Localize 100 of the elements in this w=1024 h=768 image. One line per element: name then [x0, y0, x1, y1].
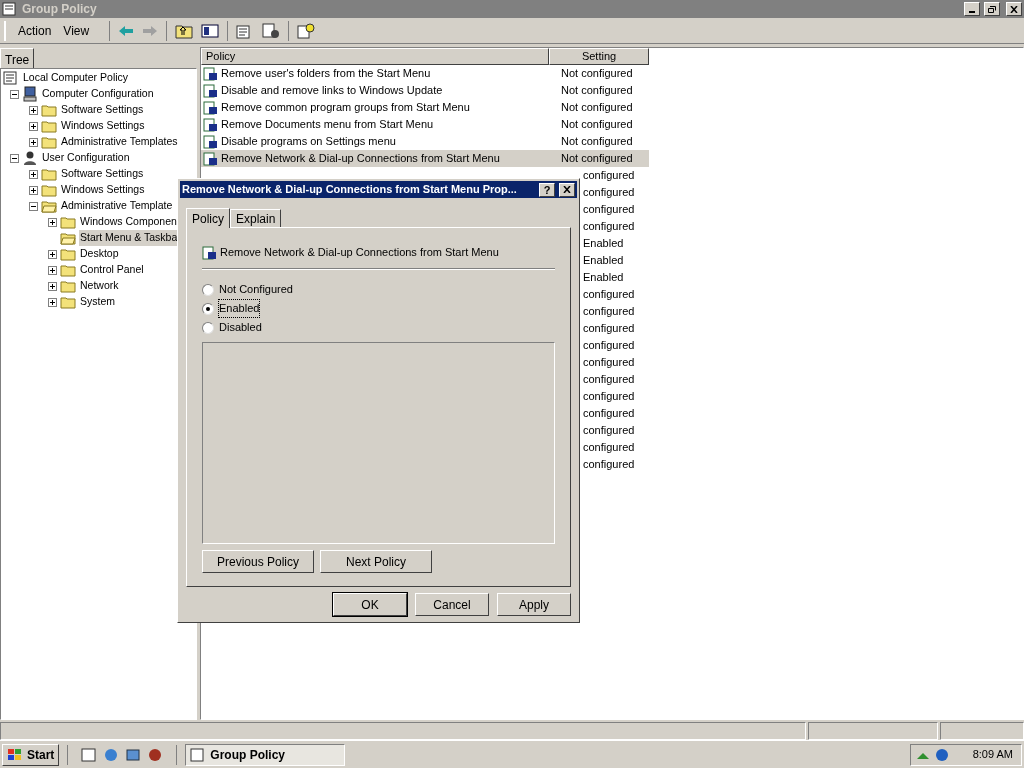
policy-name: Disable and remove links to Windows Update — [221, 83, 443, 99]
radio-button[interactable] — [202, 321, 214, 334]
close-icon — [1010, 5, 1018, 13]
expand-icon[interactable] — [48, 297, 57, 307]
expand-icon[interactable] — [48, 265, 57, 275]
expand-icon[interactable] — [29, 169, 38, 179]
column-header[interactable]: Setting — [549, 48, 649, 65]
setting-value: configured — [583, 202, 635, 218]
app-icon — [2, 1, 18, 17]
nav-button[interactable]: Next Policy — [320, 550, 432, 573]
policy-item-icon — [203, 66, 218, 81]
expand-icon[interactable] — [29, 137, 38, 147]
expand-icon[interactable] — [29, 185, 38, 195]
setting-value: Not configured — [561, 83, 633, 99]
setting-value: Not configured — [561, 151, 633, 167]
start-button[interactable]: Start — [2, 743, 60, 766]
expand-icon[interactable] — [29, 105, 38, 115]
tree-item[interactable]: Control Panel — [79, 262, 145, 278]
desktop-icon[interactable] — [80, 745, 99, 764]
list-row[interactable]: Disable programs on Settings menu Not configured — [201, 133, 649, 150]
dialog-button[interactable]: Cancel — [415, 593, 489, 616]
collapse-icon[interactable] — [10, 153, 19, 163]
close-button[interactable] — [1006, 2, 1022, 16]
tree-item[interactable]: Network — [79, 278, 120, 294]
setting-value: configured — [583, 423, 635, 439]
expand-icon[interactable] — [48, 217, 57, 227]
tree-tab[interactable]: Tree — [0, 48, 35, 68]
restore-button[interactable] — [984, 2, 1000, 16]
dialog-button[interactable]: OK — [333, 593, 407, 616]
tree-item[interactable]: Administrative Template — [60, 198, 174, 214]
export-list-icon[interactable] — [262, 22, 281, 39]
panel-toggle-icon[interactable] — [201, 22, 220, 39]
tree-item[interactable]: Computer Configuration — [41, 86, 155, 102]
setting-value: Not configured — [561, 66, 633, 82]
policy-item-icon — [203, 83, 218, 98]
tree-item[interactable]: Software Settings — [60, 166, 145, 182]
radio-label: Enabled — [219, 300, 260, 317]
policy-name: Remove common program groups from Start Menu — [221, 100, 470, 116]
list-row[interactable]: Remove common program groups from Start Menu Not configured — [201, 99, 649, 116]
folder-icon — [41, 167, 57, 181]
tree-item[interactable]: Windows Settings — [60, 118, 146, 134]
setting-value: Enabled — [583, 270, 624, 286]
dialog-tab[interactable]: Policy — [186, 208, 230, 228]
collapse-icon[interactable] — [29, 201, 38, 211]
setting-value: Not configured — [561, 134, 633, 150]
tree-item[interactable]: Administrative Templates — [60, 134, 179, 150]
window-title: Group Policy — [22, 1, 97, 18]
minimize-button[interactable] — [964, 2, 980, 16]
policy-name: Remove Documents menu from Start Menu — [221, 117, 434, 133]
tree-item[interactable]: Desktop — [79, 246, 120, 262]
help-icon[interactable] — [297, 22, 316, 39]
column-header[interactable]: Policy — [201, 48, 549, 65]
menu-item[interactable]: View — [63, 21, 90, 40]
list-row[interactable]: Disable and remove links to Windows Update Not configured — [201, 82, 649, 99]
taskbar-task[interactable]: Group Policy — [185, 743, 346, 766]
folder-icon — [41, 119, 57, 133]
radio-button[interactable] — [202, 283, 214, 296]
nav-button[interactable]: Previous Policy — [202, 550, 314, 573]
setting-value: configured — [583, 440, 635, 456]
tree-item[interactable]: Windows Settings — [60, 182, 146, 198]
list-row[interactable]: Remove Network & Dial-up Connections from Start Menu Not configured — [201, 150, 649, 167]
tree-item[interactable]: Local Computer Policy — [22, 70, 130, 86]
dialog-button[interactable]: Apply — [497, 593, 571, 616]
collapse-icon[interactable] — [10, 89, 19, 99]
computer-icon — [22, 86, 38, 102]
close-button[interactable] — [559, 182, 575, 197]
windows-flag-icon — [7, 747, 23, 762]
setting-value: configured — [583, 406, 635, 422]
expand-icon[interactable] — [29, 121, 38, 131]
app-icon — [190, 746, 207, 763]
expand-icon[interactable] — [48, 249, 57, 259]
tree-item[interactable]: User Configuration — [41, 150, 131, 166]
open-folder-icon — [60, 231, 76, 245]
radio-button[interactable] — [202, 302, 214, 315]
up-folder-icon[interactable] — [175, 22, 194, 39]
tree-item[interactable]: Software Settings — [60, 102, 145, 118]
help-button[interactable]: ? — [539, 182, 555, 197]
radio-label: Not Configured — [219, 282, 293, 298]
list-row[interactable]: Remove Documents menu from Start Menu Not configured — [201, 116, 649, 133]
dialog-title: Remove Network & Dial-up Connections from Start Menu Prop... — [182, 182, 518, 198]
policy-name: Disable programs on Settings menu — [221, 134, 396, 150]
setting-value: configured — [583, 338, 635, 354]
close-icon — [563, 186, 571, 193]
menu-item[interactable]: Action — [18, 21, 52, 40]
folder-icon — [41, 135, 57, 149]
setting-value: configured — [583, 168, 635, 184]
list-row[interactable]: Remove user's folders from the Start Menu Not configured — [201, 65, 649, 82]
tree-item[interactable]: Windows Componen — [79, 214, 178, 230]
open-folder-icon — [41, 199, 57, 213]
tree-item[interactable]: Start Menu & Taskba — [79, 230, 179, 246]
dialog-tab[interactable]: Explain — [230, 209, 282, 227]
policy-item-icon — [203, 117, 218, 132]
policy-item-icon — [203, 100, 218, 115]
tree-item[interactable]: System — [79, 294, 116, 310]
expand-icon[interactable] — [48, 281, 57, 291]
folder-icon — [41, 103, 57, 117]
folder-icon — [60, 247, 76, 261]
policy-name: Remove Network & Dial-up Connections from Start Menu — [221, 151, 500, 167]
setting-value: configured — [583, 372, 635, 388]
setting-value: Not configured — [561, 117, 633, 133]
